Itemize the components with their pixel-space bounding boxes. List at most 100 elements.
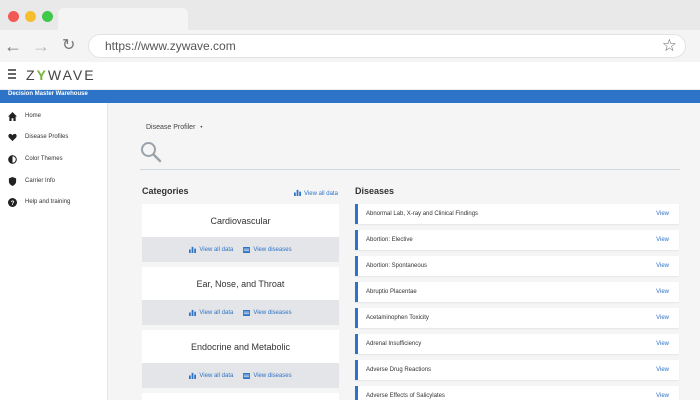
disease-name: Adverse Effects of Salicylates [366,393,445,399]
category-actions: View all data View diseases [142,363,339,388]
address-url: https://www.zywave.com [105,39,236,53]
minimize-window-button[interactable] [25,11,36,22]
category-actions: View all data View diseases [142,300,339,325]
view-link[interactable]: View [656,315,669,321]
disease-row[interactable]: Abortion: Elective View [355,230,679,250]
disease-row[interactable]: Abortion: Spontaneous View [355,256,679,276]
browser-chrome: ← → ↻ https://www.zywave.com ☆ [0,0,700,62]
sidebar-item-disease-profiles[interactable]: Disease Profiles [8,131,68,143]
browser-toolbar: ← → ↻ https://www.zywave.com ☆ [0,30,700,62]
view-link[interactable]: View [656,263,669,269]
disease-name: Abortion: Spontaneous [366,263,427,269]
logo-part: Z [26,67,37,83]
disease-row[interactable]: Adverse Drug Reactions View [355,360,679,380]
title-dot: • [200,125,202,131]
view-all-data-link[interactable]: View all data [189,246,233,253]
bar-chart-icon [294,189,301,198]
category-card: Cardiovascular View all data View diseas… [142,204,339,262]
link-label: View all data [199,373,233,379]
disease-row[interactable]: Acetaminophen Toxicity View [355,308,679,328]
disease-name: Abruptio Placentae [366,289,417,295]
contrast-icon [8,155,17,164]
link-label: View diseases [253,247,291,253]
home-icon [8,112,17,121]
sidebar-item-carrier-info[interactable]: Carrier Info [8,175,55,187]
shield-icon [8,177,17,186]
heart-icon [8,133,17,142]
sidebar-item-label: Home [25,113,41,119]
view-diseases-link[interactable]: View diseases [243,247,291,253]
disease-row[interactable]: Adverse Effects of Salicylates View [355,386,679,400]
view-link[interactable]: View [656,367,669,373]
view-link[interactable]: View [656,211,669,217]
link-label: View all data [199,247,233,253]
page-title: Disease Profiler • [146,124,202,131]
sidebar-item-label: Carrier Info [25,178,55,184]
category-card-partial [142,393,339,400]
disease-name: Abnormal Lab, X-ray and Clinical Finding… [366,211,478,217]
sidebar: Home Disease Profiles Color Themes Carri… [0,103,108,400]
product-banner: Decision Master Warehouse [0,90,700,103]
zywave-logo[interactable]: ZYWAVE [26,67,96,83]
category-card: Ear, Nose, and Throat View all data View… [142,267,339,325]
page-title-text: Disease Profiler [146,124,195,131]
view-all-data-link[interactable]: View all data [189,309,233,316]
category-name[interactable]: Cardiovascular [142,204,339,237]
help-icon: ? [8,198,17,207]
sidebar-item-home[interactable]: Home [8,110,41,122]
bar-chart-icon [189,372,196,379]
category-actions: View all data View diseases [142,237,339,262]
search-icon[interactable] [140,141,162,163]
link-label: View diseases [253,310,291,316]
sidebar-item-color-themes[interactable]: Color Themes [8,153,63,165]
product-name: Decision Master Warehouse [8,91,88,97]
reload-icon[interactable]: ↻ [62,36,75,56]
sidebar-item-label: Color Themes [25,156,63,162]
category-name[interactable]: Ear, Nose, and Throat [142,267,339,300]
view-link[interactable]: View [656,393,669,399]
app-header: ZYWAVE [0,62,700,90]
maximize-window-button[interactable] [42,11,53,22]
list-icon [243,247,250,253]
diseases-heading: Diseases [355,186,394,196]
view-diseases-link[interactable]: View diseases [243,310,291,316]
list-icon [243,373,250,379]
sidebar-item-help-and-training[interactable]: ? Help and training [8,196,70,208]
sidebar-item-label: Disease Profiles [25,134,68,140]
disease-name: Abortion: Elective [366,237,413,243]
browser-tab[interactable] [58,8,188,30]
categories-heading: Categories [142,186,189,196]
category-card: Endocrine and Metabolic View all data Vi… [142,330,339,388]
view-diseases-link[interactable]: View diseases [243,373,291,379]
link-label: View diseases [253,373,291,379]
search-input-underline[interactable] [140,169,680,170]
disease-name: Adverse Drug Reactions [366,367,431,373]
disease-row[interactable]: Adrenal Insufficiency View [355,334,679,354]
logo-part: Y [37,67,48,83]
svg-text:?: ? [11,199,15,206]
window-controls [8,11,53,22]
forward-arrow-icon[interactable]: → [32,36,50,56]
list-icon [243,310,250,316]
category-name[interactable]: Endocrine and Metabolic [142,330,339,363]
view-all-data-link[interactable]: View all data [294,189,338,198]
view-all-data-label: View all data [304,191,338,197]
view-link[interactable]: View [656,237,669,243]
hamburger-menu-icon[interactable] [8,69,16,81]
view-link[interactable]: View [656,341,669,347]
link-label: View all data [199,310,233,316]
bookmark-star-icon[interactable]: ☆ [662,36,677,56]
address-bar[interactable]: https://www.zywave.com ☆ [88,34,686,58]
main-content: Disease Profiler • Categories View all d… [108,103,700,400]
disease-name: Adrenal Insufficiency [366,341,421,347]
view-link[interactable]: View [656,289,669,295]
close-window-button[interactable] [8,11,19,22]
sidebar-item-label: Help and training [25,199,70,205]
bar-chart-icon [189,246,196,253]
disease-row[interactable]: Abnormal Lab, X-ray and Clinical Finding… [355,204,679,224]
disease-row[interactable]: Abruptio Placentae View [355,282,679,302]
back-arrow-icon[interactable]: ← [4,36,22,56]
disease-name: Acetaminophen Toxicity [366,315,429,321]
logo-part: WAVE [48,67,96,83]
view-all-data-link[interactable]: View all data [189,372,233,379]
